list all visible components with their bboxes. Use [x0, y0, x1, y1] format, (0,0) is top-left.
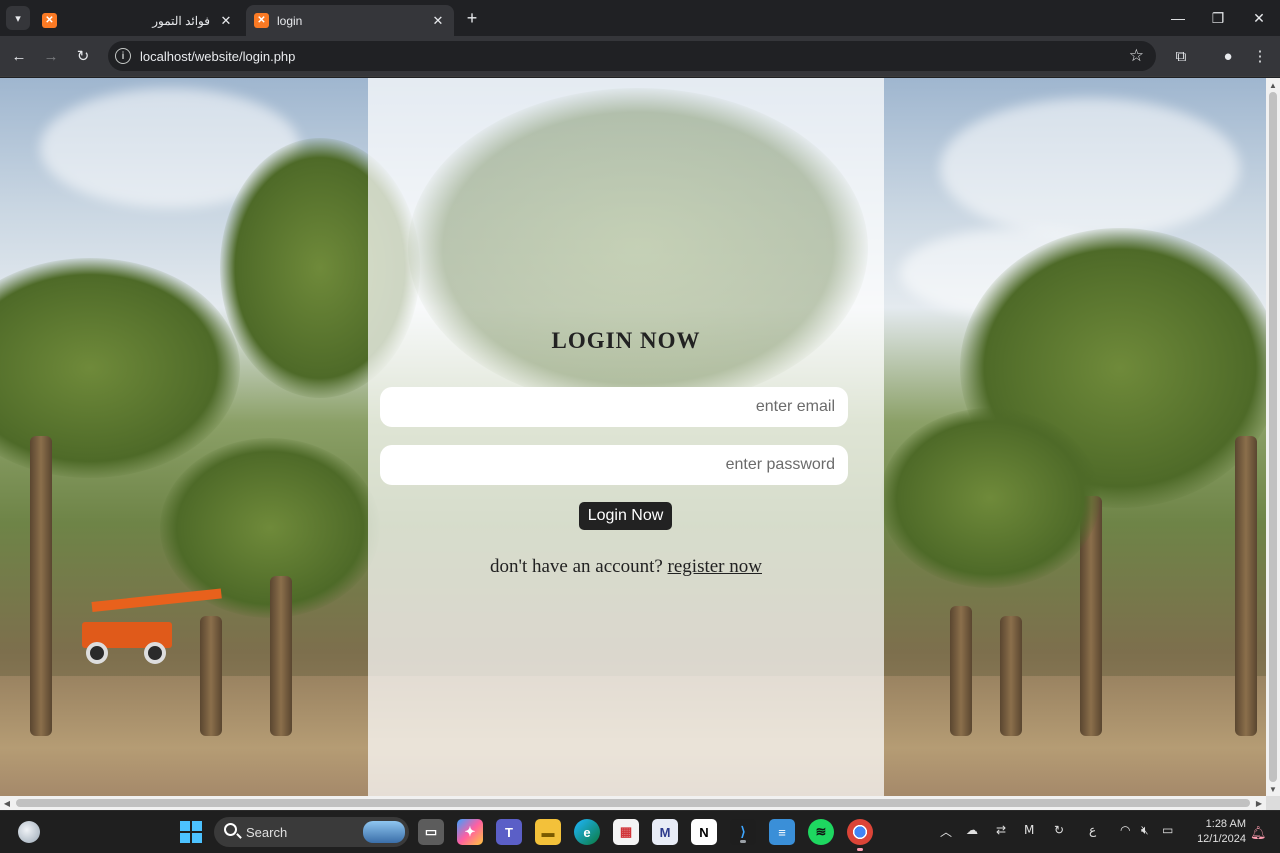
tab-strip: ▾ ✕ فوائد التمور ✕ ✕ login ✕ + — ❐ ✕ — [0, 0, 1280, 36]
login-panel: LOGIN NOW Login Now don't have an accoun… — [368, 78, 884, 796]
close-icon[interactable]: ✕ — [430, 13, 446, 29]
menu-icon[interactable]: ⋮ — [1248, 44, 1272, 68]
tab-search-button[interactable]: ▾ — [6, 6, 30, 30]
scroll-up-arrow[interactable]: ▲ — [1266, 78, 1280, 92]
tab-title: فوائد التمور — [152, 13, 210, 28]
close-icon[interactable]: ✕ — [218, 13, 234, 29]
taskbar-search[interactable]: Search — [214, 817, 409, 847]
search-highlight-icon — [363, 821, 405, 843]
notification-bell-icon[interactable]: 🔔︎ — [1250, 825, 1267, 841]
register-prompt-text: don't have an account? — [490, 556, 663, 577]
wifi-icon[interactable]: ◠ — [1120, 823, 1130, 837]
scrollbar-corner — [1266, 796, 1280, 810]
page-title: LOGIN NOW — [551, 328, 701, 353]
password-field[interactable] — [380, 445, 848, 485]
scroll-left-arrow[interactable]: ◀ — [0, 796, 14, 810]
chevron-up-icon[interactable]: ︿ — [940, 823, 952, 840]
forward-button[interactable]: → — [39, 44, 63, 68]
store-icon[interactable]: ▦ — [613, 819, 639, 845]
scroll-down-arrow[interactable]: ▼ — [1266, 782, 1280, 796]
palm-trunk — [950, 606, 972, 736]
search-label: Search — [246, 825, 288, 840]
mail-icon[interactable]: M — [652, 819, 678, 845]
horizontal-scroll-thumb[interactable] — [16, 799, 1250, 807]
spotify-icon[interactable]: ≋ — [808, 819, 834, 845]
edge-icon[interactable]: e — [574, 819, 600, 845]
speaker-muted-icon[interactable]: 🔇︎ — [1141, 823, 1149, 838]
email-field[interactable] — [380, 387, 848, 427]
close-window-button[interactable]: ✕ — [1239, 0, 1279, 36]
battery-icon[interactable]: ▭ — [1162, 823, 1173, 837]
scroll-right-arrow[interactable]: ▶ — [1252, 796, 1266, 810]
chrome-icon[interactable] — [847, 819, 873, 851]
vertical-scrollbar[interactable]: ▲ ▼ — [1266, 78, 1280, 796]
sync-arrows-icon[interactable]: ⇄ — [996, 823, 1006, 837]
teams-icon[interactable]: T — [496, 819, 522, 845]
profile-icon[interactable]: ● — [1216, 44, 1240, 68]
input-language[interactable]: ع — [1089, 823, 1096, 837]
restore-button[interactable]: ❐ — [1198, 0, 1238, 36]
xampp-icon: ✕ — [254, 13, 269, 28]
horizontal-scrollbar[interactable]: ◀ ▶ — [0, 796, 1266, 810]
browser-toolbar: ← → ↻ i localhost/website/login.php ☆ ⧉ … — [0, 36, 1280, 77]
copilot-icon[interactable]: ✦ — [457, 819, 483, 845]
tab-dates-benefits[interactable]: ✕ فوائد التمور ✕ — [34, 5, 242, 36]
register-link[interactable]: register now — [668, 556, 762, 577]
palm-trunk — [1235, 436, 1257, 736]
taskbar: Search ▭ ✦ T ▬ e ▦ M N ⟩ ≡ ≋ ︿ ☁ ⇄ Ⅿ ↻ ع… — [0, 810, 1280, 853]
weather-icon[interactable] — [18, 821, 40, 843]
address-bar[interactable]: i localhost/website/login.php ☆ — [108, 41, 1156, 71]
xampp-icon: ✕ — [42, 13, 57, 28]
orange-lift-machine — [82, 588, 222, 664]
palm-fronds — [408, 88, 868, 408]
tab-title: login — [277, 13, 303, 28]
screen: ▾ ✕ فوائد التمور ✕ ✕ login ✕ + — ❐ ✕ ← →… — [0, 0, 1280, 853]
palm-trunk — [270, 576, 292, 736]
file-explorer-icon[interactable]: ▬ — [535, 819, 561, 845]
register-prompt: don't have an account? register now — [368, 556, 884, 578]
start-button[interactable] — [180, 821, 202, 843]
clock[interactable]: 1:28 AM 12/1/2024 — [1186, 817, 1246, 847]
app-tray-icon[interactable]: Ⅿ — [1024, 823, 1034, 837]
task-view-icon[interactable]: ▭ — [418, 819, 444, 845]
notepad-icon[interactable]: ≡ — [769, 819, 795, 845]
clock-date: 12/1/2024 — [1197, 833, 1246, 845]
palm-trunk — [200, 616, 222, 736]
minimize-button[interactable]: — — [1158, 0, 1198, 36]
refresh-tray-icon[interactable]: ↻ — [1054, 823, 1064, 837]
url-text[interactable]: localhost/website/login.php — [140, 49, 295, 64]
palm-trunk — [30, 436, 52, 736]
notion-icon[interactable]: N — [691, 819, 717, 845]
bookmark-star-icon[interactable]: ☆ — [1129, 46, 1144, 66]
vscode-icon[interactable]: ⟩ — [730, 819, 756, 845]
search-icon — [224, 823, 237, 836]
onedrive-icon[interactable]: ☁ — [966, 823, 978, 837]
site-info-icon[interactable]: i — [115, 48, 131, 64]
page-viewport: LOGIN NOW Login Now don't have an accoun… — [0, 78, 1266, 796]
new-tab-button[interactable]: + — [462, 8, 482, 28]
palm-trunk — [1000, 616, 1022, 736]
reload-button[interactable]: ↻ — [71, 44, 95, 68]
vertical-scroll-thumb[interactable] — [1269, 92, 1277, 782]
tab-login[interactable]: ✕ login ✕ — [246, 5, 454, 36]
back-button[interactable]: ← — [7, 44, 31, 68]
clock-time: 1:28 AM — [1205, 818, 1246, 830]
cloud — [940, 98, 1240, 238]
extensions-icon[interactable]: ⧉ — [1169, 44, 1193, 68]
palm-fronds — [880, 408, 1100, 588]
login-button[interactable]: Login Now — [579, 502, 672, 530]
